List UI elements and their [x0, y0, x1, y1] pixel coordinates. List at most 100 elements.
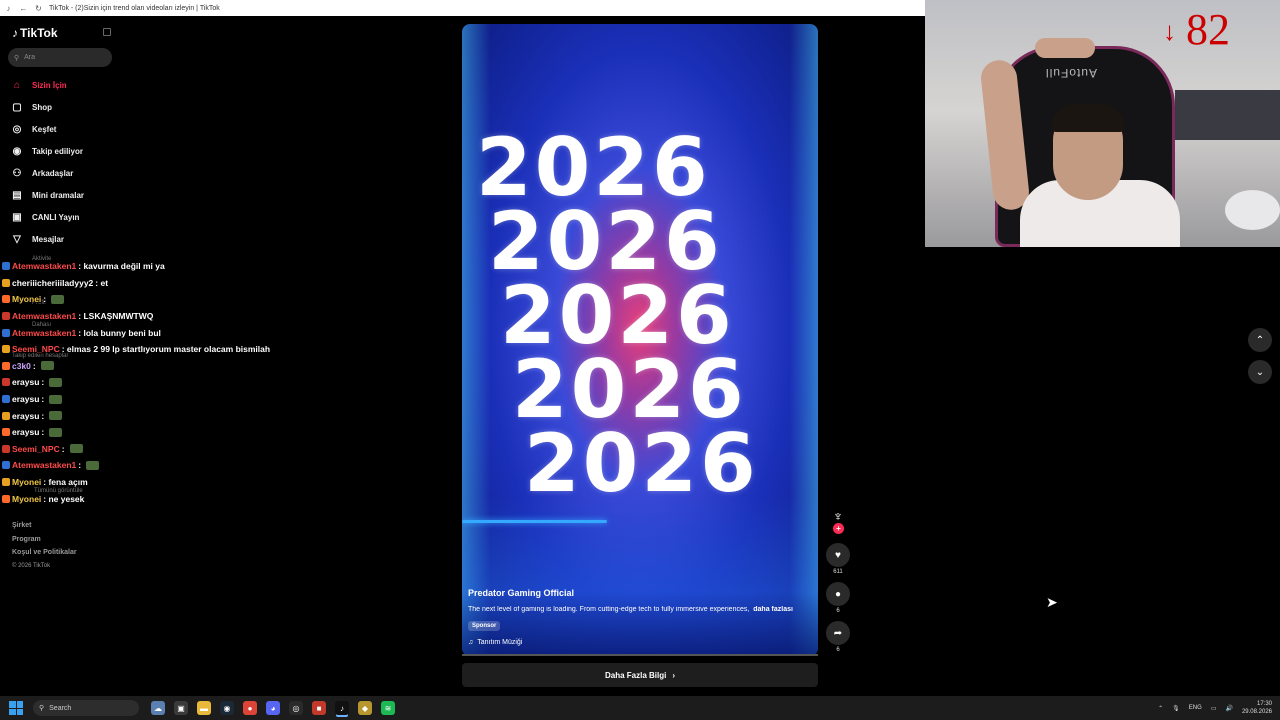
obs-icon[interactable]: ◎ [289, 701, 303, 715]
chat-emote-icon [69, 444, 83, 454]
video-progress-bar[interactable] [462, 654, 818, 656]
like-count: 611 [833, 569, 843, 575]
shelf [1175, 90, 1280, 140]
chat-text: : [32, 360, 36, 371]
chat-username: eraysu [12, 377, 40, 388]
search-input[interactable]: ⚲ Ara [8, 48, 112, 67]
chevron-up-icon: ⌃ [1255, 334, 1265, 346]
sidebar-item-label: Keşfet [32, 124, 57, 134]
next-video-button[interactable]: ⌄ [1248, 360, 1272, 384]
comment-button[interactable]: ● [826, 582, 850, 606]
sidebar-item-5[interactable]: ▤ Mini dramalar [10, 184, 120, 206]
chat-text: : elmas 2 99 lp startlıyorum master olac… [61, 344, 271, 355]
steam-icon[interactable]: ◉ [220, 701, 234, 715]
sidebar-item-label: Shop [32, 102, 52, 112]
taskbar-search[interactable]: ⚲ Search [33, 700, 139, 716]
more-info-button[interactable]: Daha Fazla Bilgi › [462, 663, 818, 687]
chat-message: Seemi_NPC: elmas 2 99 lp startlıyorum ma… [2, 341, 322, 358]
volume-icon[interactable]: 🔊 [1225, 705, 1232, 712]
chat-badge-icon [2, 478, 10, 487]
tray-chevron-icon[interactable]: ⌃ [1158, 705, 1163, 712]
tab-title[interactable]: TikTok - (2)Sizin için trend olan videol… [49, 5, 220, 12]
stream-chat-overlay: Atemwastaken1: kavurma değil mi ya cherii… [2, 258, 322, 507]
chat-badge-icon [2, 395, 10, 404]
person-hand [1035, 38, 1095, 58]
chat-badge-icon [2, 361, 10, 370]
chat-text: : kavurma değil mi ya [78, 261, 165, 272]
chat-username: Myonei [12, 493, 42, 504]
discord-icon[interactable]: ◕ [266, 701, 280, 715]
chat-text: : [41, 427, 45, 438]
sidebar-item-7[interactable]: ▽ Mesajlar [10, 228, 120, 250]
shop-bag-icon: ▢ [12, 101, 22, 113]
sidebar-item-6[interactable]: ▣ CANLI Yayın [10, 206, 120, 228]
friends-icon: ⚇ [12, 167, 22, 179]
footer-terms[interactable]: Koşul ve Politikalar [12, 546, 77, 560]
comment-count: 6 [836, 608, 840, 614]
chat-message: Atemwastaken1: LSKAŞNMWTWQ [2, 308, 322, 325]
video-music[interactable]: ♫ Tanıtım Müziği [468, 639, 522, 646]
sidebar-item-2[interactable]: ◎ Keşfet [10, 118, 120, 140]
start-button[interactable] [9, 701, 23, 715]
chat-message: Myonei: fena açım [2, 474, 322, 491]
spotify-icon[interactable]: ≋ [381, 701, 395, 715]
recorder-icon[interactable]: ■ [312, 701, 326, 715]
share-icon: ➦ [833, 627, 843, 639]
mic-icon[interactable]: 🎙 [1172, 705, 1180, 712]
chat-badge-icon [2, 278, 10, 287]
tiktok-icon[interactable]: ♪ [335, 701, 349, 715]
film-icon: ▤ [12, 189, 22, 201]
back-icon[interactable]: ← [19, 4, 28, 13]
like-button[interactable]: ♥ [826, 543, 850, 567]
tiktok-logo[interactable]: ♪ TikTok [12, 26, 58, 40]
sidebar-footer: Şirket Program Koşul ve Politikalar © 20… [12, 519, 77, 573]
footer-program[interactable]: Program [12, 533, 77, 547]
game-client-icon[interactable]: ◆ [358, 701, 372, 715]
follow-plus-icon[interactable]: + [833, 523, 844, 534]
video-player[interactable]: 2026 2026 2026 2026 2026 Predator Gaming… [462, 24, 818, 656]
chat-text: : ne yesek [43, 493, 85, 504]
headphones [1225, 190, 1280, 230]
tiktok-app: ♪ TikTok ⚲ Ara ⌂ Sizin İçin ▢ Shop ◎ Keşfet ◉ T… [0, 16, 925, 696]
sidebar-item-label: Takip ediliyor [32, 146, 83, 156]
footer-company[interactable]: Şirket [12, 519, 77, 533]
system-tray: ⌃ 🎙 ENG ▭ 🔊 17:30 29.08.2026 [1158, 696, 1272, 720]
chat-username: Seemi_NPC [12, 443, 60, 454]
previous-video-button[interactable]: ⌃ [1248, 328, 1272, 352]
comment-icon: ● [834, 588, 842, 600]
sidebar-nav: ⌂ Sizin İçin ▢ Shop ◎ Keşfet ◉ Takip ediliyor ⚇ A… [10, 74, 120, 250]
chat-text: : [41, 394, 45, 405]
tiktok-note-icon: ♪ [12, 26, 18, 40]
creator-avatar[interactable]: ♆ + [827, 508, 849, 534]
widgets-icon[interactable]: ☁ [151, 701, 165, 715]
video-author[interactable]: Predator Gaming Official [468, 588, 574, 598]
chat-username: Atemwastaken1 [12, 261, 77, 272]
sidebar-item-4[interactable]: ⚇ Arkadaşlar [10, 162, 120, 184]
language-indicator[interactable]: ENG [1189, 705, 1202, 711]
video-year-text: 2026 [524, 417, 759, 510]
share-button[interactable]: ➦ [826, 621, 850, 645]
network-icon[interactable]: ▭ [1211, 705, 1217, 712]
collapse-sidebar-icon[interactable] [103, 28, 111, 36]
sidebar-item-0[interactable]: ⌂ Sizin İçin [10, 74, 120, 96]
reload-icon[interactable]: ↻ [34, 4, 43, 13]
chat-text: : [61, 443, 65, 454]
file-explorer-icon[interactable]: ▬ [197, 701, 211, 715]
chat-badge-icon [2, 378, 10, 387]
sidebar-item-label: Sizin İçin [32, 80, 67, 90]
task-view-icon[interactable]: ▣ [174, 701, 188, 715]
chrome-icon[interactable]: ● [243, 701, 257, 715]
chat-username: Atemwastaken1 [12, 327, 77, 338]
chat-badge-icon [2, 312, 10, 321]
sidebar-item-1[interactable]: ▢ Shop [10, 96, 120, 118]
clock[interactable]: 17:30 29.08.2026 [1242, 700, 1272, 716]
chat-username: Atemwastaken1 [12, 460, 77, 471]
chat-message: Atemwastaken1: lola bunny beni bul [2, 324, 322, 341]
chat-emote-icon [86, 460, 100, 470]
sidebar-item-3[interactable]: ◉ Takip ediliyor [10, 140, 120, 162]
chat-badge-icon [2, 494, 10, 503]
chat-message: c3k0: [2, 358, 322, 375]
home-icon: ⌂ [13, 79, 21, 91]
more-link[interactable]: daha fazlası [753, 606, 793, 613]
chat-badge-icon [2, 262, 10, 271]
